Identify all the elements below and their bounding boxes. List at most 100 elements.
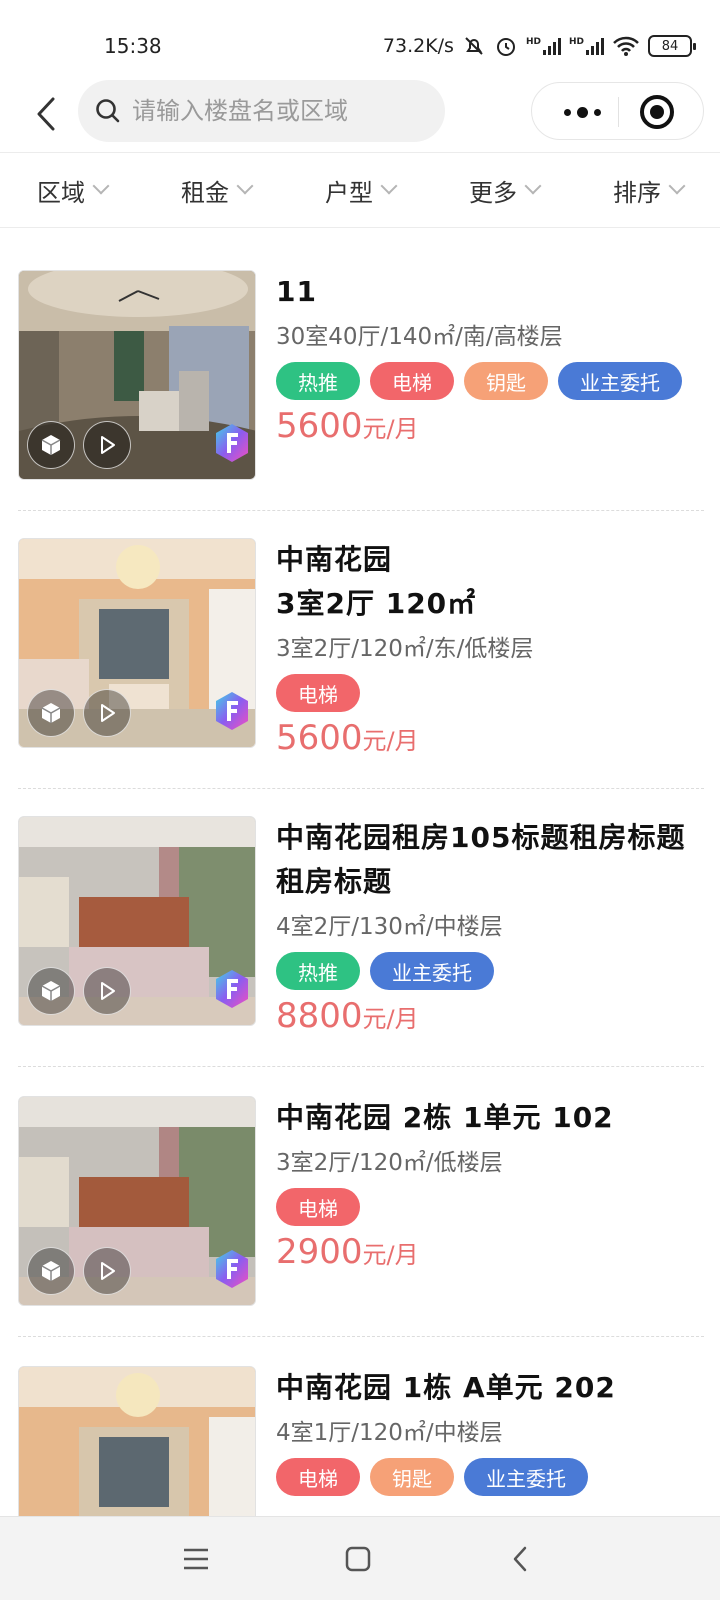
battery-icon: 84 [648, 35, 696, 57]
back-button[interactable] [28, 92, 64, 136]
tag-elevator: 电梯 [370, 362, 454, 400]
room-photo [19, 1367, 255, 1516]
status-icons: 73.2K/s HD HD 84 [382, 34, 696, 58]
listing-tags: 电梯 [276, 1188, 704, 1226]
listing-card[interactable]: 中南花园 1栋 A单元 202 4室1厅/120㎡/中楼层 电梯 钥匙 业主委托 [18, 1366, 704, 1516]
cube-icon [41, 1261, 61, 1281]
tag-key: 钥匙 [464, 362, 548, 400]
header [0, 80, 720, 152]
tag-elevator: 电梯 [276, 1458, 360, 1496]
tag-hot: 热推 [276, 952, 360, 990]
play-video-button[interactable] [83, 689, 131, 737]
listing-tags: 电梯 [276, 674, 704, 712]
search-box[interactable] [78, 80, 445, 142]
status-time: 15:38 [104, 34, 162, 58]
play-video-button[interactable] [83, 967, 131, 1015]
wifi-icon [613, 36, 639, 56]
mini-program-capsule [531, 82, 704, 140]
listing-card[interactable]: 中南花园 3室2厅 120㎡ 3室2厅/120㎡/东/低楼层 电梯 5600元/… [18, 538, 704, 789]
tag-hot: 热推 [276, 362, 360, 400]
filter-layout[interactable]: 户型 [325, 173, 398, 208]
listing-specs: 4室1厅/120㎡/中楼层 [276, 1420, 503, 1446]
listing-price: 2900元/月 [276, 1232, 419, 1272]
listing-divider [18, 788, 704, 789]
system-back-button[interactable] [498, 1537, 542, 1581]
filter-sort[interactable]: 排序 [613, 173, 686, 208]
more-dots-icon [563, 108, 571, 116]
system-nav-bar [0, 1516, 720, 1600]
filter-rent[interactable]: 租金 [181, 173, 254, 208]
listing-photo[interactable] [18, 816, 256, 1026]
tag-elevator: 电梯 [276, 674, 360, 712]
menu-icon [184, 1548, 208, 1570]
f-badge-icon [216, 692, 248, 730]
f-badge-icon [216, 424, 248, 462]
listing-photo[interactable] [18, 538, 256, 748]
listing-specs: 30室40厅/140㎡/南/高楼层 [276, 324, 563, 350]
status-bar: 15:38 73.2K/s HD HD 84 [0, 0, 720, 80]
filter-area[interactable]: 区域 [37, 173, 110, 208]
listing-card[interactable]: 中南花园租房105标题租房标题租房标题 4室2厅/130㎡/中楼层 热推 业主委… [18, 816, 704, 1067]
filter-more[interactable]: 更多 [469, 173, 542, 208]
play-video-button[interactable] [83, 1247, 131, 1295]
listing-divider [18, 1336, 704, 1337]
listing-specs: 4室2厅/130㎡/中楼层 [276, 914, 503, 940]
home-button[interactable] [336, 1537, 380, 1581]
play-icon [101, 704, 115, 722]
listing-info: 中南花园 2栋 1单元 102 3室2厅/120㎡/低楼层 电梯 2900元/月 [276, 1096, 704, 1280]
capsule-divider [618, 97, 619, 127]
signal-1-icon: HD [526, 37, 561, 55]
listing-title: 11 [276, 275, 317, 308]
tag-owner: 业主委托 [370, 952, 494, 990]
listing-specs: 3室2厅/120㎡/东/低楼层 [276, 636, 534, 662]
search-input[interactable] [132, 97, 412, 125]
cube-icon [41, 435, 61, 455]
chevron-down-icon [236, 177, 254, 195]
filter-bar: 区域 租金 户型 更多 排序 [0, 152, 720, 228]
search-icon [96, 99, 120, 123]
mute-bell-icon [465, 37, 483, 55]
play-icon [101, 982, 115, 1000]
more-button[interactable] [552, 83, 612, 141]
vr-view-button[interactable] [27, 1247, 75, 1295]
home-square-icon [345, 1546, 371, 1572]
listing-tags: 电梯 钥匙 业主委托 [276, 1458, 704, 1496]
play-icon [101, 1262, 115, 1280]
vr-view-button[interactable] [27, 967, 75, 1015]
chevron-down-icon [524, 177, 542, 195]
cube-icon [41, 703, 61, 723]
network-speed: 73.2K/s [382, 35, 454, 57]
back-chevron-icon [37, 97, 55, 131]
listing-info: 中南花园 3室2厅 120㎡ 3室2厅/120㎡/东/低楼层 电梯 5600元/… [276, 538, 704, 766]
listing-photo[interactable] [18, 1366, 256, 1516]
back-triangle-icon [513, 1546, 527, 1572]
vr-view-button[interactable] [27, 421, 75, 469]
chevron-down-icon [380, 177, 398, 195]
chevron-down-icon [668, 177, 686, 195]
play-icon [101, 436, 115, 454]
tag-owner: 业主委托 [464, 1458, 588, 1496]
listing-title: 中南花园 2栋 1单元 102 [276, 1101, 614, 1134]
listing-specs: 3室2厅/120㎡/低楼层 [276, 1150, 503, 1176]
listing-info: 中南花园 1栋 A单元 202 4室1厅/120㎡/中楼层 电梯 钥匙 业主委托 [276, 1366, 704, 1496]
f-badge-icon [216, 970, 248, 1008]
listing-price: 8800元/月 [276, 996, 419, 1036]
listing-price: 5600元/月 [276, 718, 419, 758]
alarm-icon [496, 38, 515, 56]
cube-icon [41, 981, 61, 1001]
f-badge-icon [216, 1250, 248, 1288]
vr-view-button[interactable] [27, 689, 75, 737]
listing-price: 5600元/月 [276, 406, 419, 446]
listing-card[interactable]: 11 30室40厅/140㎡/南/高楼层 热推 电梯 钥匙 业主委托 5600元… [18, 270, 704, 511]
play-video-button[interactable] [83, 421, 131, 469]
close-target-icon[interactable] [640, 95, 674, 129]
menu-button[interactable] [174, 1537, 218, 1581]
listing-photo[interactable] [18, 1096, 256, 1306]
listing-info: 11 30室40厅/140㎡/南/高楼层 热推 电梯 钥匙 业主委托 5600元… [276, 270, 704, 454]
listing-divider [18, 510, 704, 511]
listing-info: 中南花园租房105标题租房标题租房标题 4室2厅/130㎡/中楼层 热推 业主委… [276, 816, 704, 1044]
listing-divider [18, 1066, 704, 1067]
listing-photo[interactable] [18, 270, 256, 480]
chevron-down-icon [92, 177, 110, 195]
listing-card[interactable]: 中南花园 2栋 1单元 102 3室2厅/120㎡/低楼层 电梯 2900元/月 [18, 1096, 704, 1337]
